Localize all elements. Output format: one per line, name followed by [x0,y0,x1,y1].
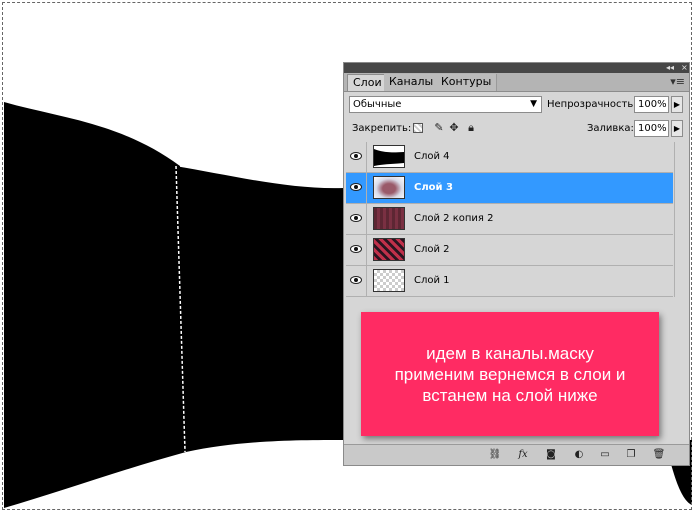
panel-titlebar[interactable]: ◂◂ × [344,63,689,73]
layer-thumbnail [373,207,405,230]
tab-layers[interactable]: Слои [347,74,388,91]
lock-label: Закрепить: [352,123,412,134]
fill-input[interactable]: 100% [634,120,669,137]
trash-icon[interactable]: 🗑︎ [652,448,666,461]
eye-icon [350,214,362,222]
tab-channels[interactable]: Каналы [384,74,440,91]
mask-icon[interactable]: ◙ [544,448,558,461]
adjustment-icon[interactable]: ◐ [572,448,586,461]
layer-name: Слой 2 копия 2 [414,213,494,224]
annotation-line: идем в каналы.маску [426,343,594,363]
blend-row: Обычные ▼ Непрозрачность: 100% ▶ [344,94,689,116]
layer-row-selected[interactable]: Слой 3 [346,173,673,204]
layer-name: Слой 4 [414,151,450,162]
layer-name: Слой 1 [414,275,450,286]
black-mask-left-panel [4,102,186,508]
black-mask-right-panel [175,166,344,452]
layer-row[interactable]: Слой 4 [346,142,673,173]
tab-paths[interactable]: Контуры [436,74,498,91]
layer-name: Слой 3 [414,182,453,193]
fx-icon[interactable]: fx [516,448,530,461]
visibility-toggle[interactable] [346,235,367,265]
lock-move-icon[interactable]: ✥ [447,121,461,135]
layers-list: Слой 4 Слой 3 Слой 2 копия 2 Слой 2 Слой… [346,142,673,297]
lock-all-icon[interactable]: 🔒︎ [464,121,478,135]
panel-tabs: Слои Каналы Контуры ▾≡ [344,73,689,92]
fill-slider-button[interactable]: ▶ [671,120,683,137]
annotation-note: идем в каналы.маску применим вернемся в … [361,312,659,436]
blend-mode-select[interactable]: Обычные ▼ [349,96,542,113]
new-layer-icon[interactable]: ❐ [624,448,638,461]
visibility-toggle[interactable] [346,142,367,172]
group-icon[interactable]: ▭ [598,448,612,461]
opacity-label: Непрозрачность: [547,99,637,110]
panel-menu-icon[interactable]: ▾≡ [670,75,685,88]
layer-thumbnail [373,269,405,292]
layer-name: Слой 2 [414,244,450,255]
panel-bottom-bar: ⛓ fx ◙ ◐ ▭ ❐ 🗑︎ [344,444,689,465]
eye-icon [350,152,362,160]
close-panel-icon[interactable]: × [681,63,688,73]
visibility-toggle[interactable] [346,173,367,203]
visibility-toggle[interactable] [346,204,367,234]
lock-brush-icon[interactable]: ✎ [432,121,446,135]
eye-icon [350,276,362,284]
lock-row: Закрепить: ✎ ✥ 🔒︎ Заливка: 100% ▶ [344,118,689,140]
chevron-down-icon: ▼ [530,99,537,109]
lock-transparency-icon[interactable] [413,123,423,133]
layers-panel: ◂◂ × Слои Каналы Контуры ▾≡ Обычные ▼ Не… [343,62,690,466]
layer-row[interactable]: Слой 2 копия 2 [346,204,673,235]
visibility-toggle[interactable] [346,266,367,296]
layer-thumbnail [373,145,405,168]
layer-thumbnail [373,176,405,199]
fill-label: Заливка: [587,123,634,134]
eye-icon [350,245,362,253]
annotation-line: применим вернемся в слои и [394,364,626,384]
blend-mode-value: Обычные [353,99,402,110]
layer-row[interactable]: Слой 2 [346,235,673,266]
link-icon[interactable]: ⛓ [488,448,502,461]
layer-thumbnail [373,238,405,261]
layer-row[interactable]: Слой 1 [346,266,673,297]
collapse-icon[interactable]: ◂◂ [666,63,674,73]
eye-icon [350,183,362,191]
opacity-slider-button[interactable]: ▶ [671,96,683,113]
layers-scrollbar[interactable] [674,142,688,297]
annotation-line: встанем на слой ниже [422,385,598,405]
opacity-input[interactable]: 100% [634,96,669,113]
